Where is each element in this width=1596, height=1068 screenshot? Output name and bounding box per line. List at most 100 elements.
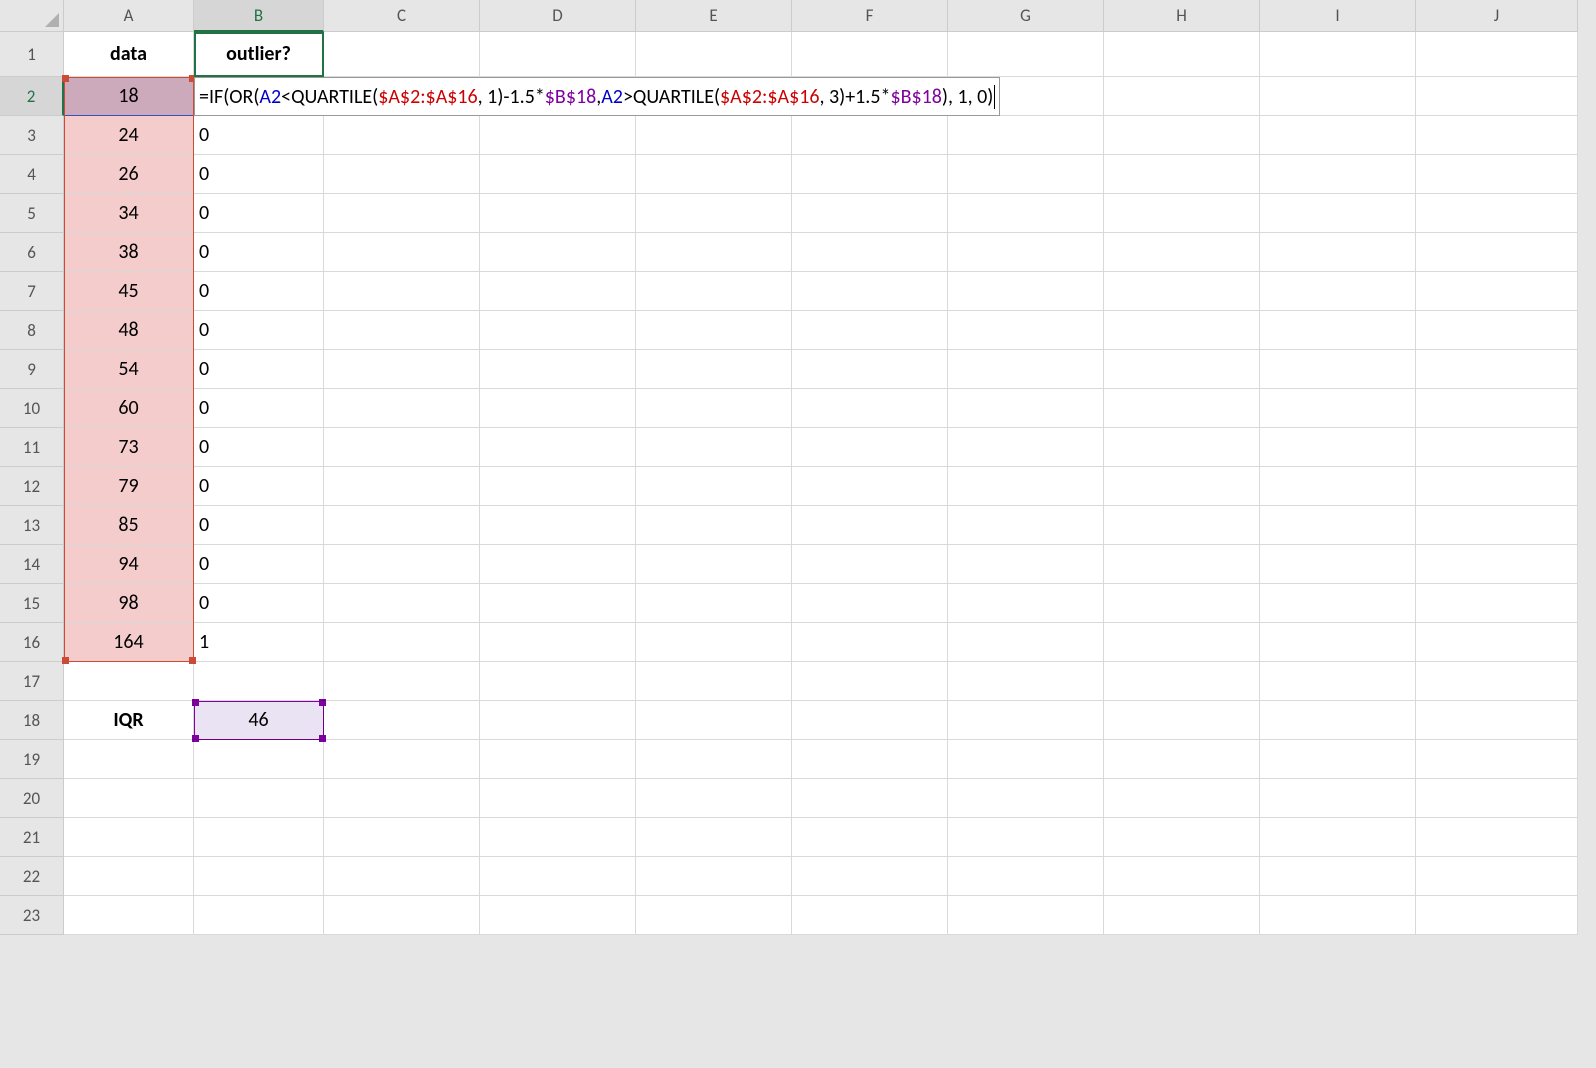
cell[interactable] [948, 311, 1104, 350]
cell[interactable] [792, 428, 948, 467]
column-header[interactable]: C [324, 0, 480, 32]
cell[interactable]: 94 [64, 545, 194, 584]
cell[interactable] [1260, 77, 1416, 116]
cell[interactable] [480, 818, 636, 857]
cell[interactable] [948, 818, 1104, 857]
row-header[interactable]: 19 [0, 740, 64, 779]
cell[interactable]: 54 [64, 350, 194, 389]
cell[interactable] [324, 740, 480, 779]
cell[interactable] [324, 545, 480, 584]
cell[interactable] [480, 155, 636, 194]
cell[interactable]: 98 [64, 584, 194, 623]
cell[interactable] [324, 779, 480, 818]
cell[interactable] [64, 740, 194, 779]
cell[interactable] [194, 818, 324, 857]
cell[interactable] [324, 857, 480, 896]
cell[interactable] [324, 272, 480, 311]
cell[interactable] [194, 779, 324, 818]
cell[interactable] [636, 32, 792, 77]
row-header[interactable]: 4 [0, 155, 64, 194]
cell[interactable]: 18 [64, 77, 194, 116]
cell[interactable] [324, 32, 480, 77]
cell[interactable] [636, 467, 792, 506]
cell[interactable]: 0 [194, 467, 324, 506]
cell[interactable] [1104, 116, 1260, 155]
cell[interactable] [480, 623, 636, 662]
cell[interactable] [324, 467, 480, 506]
row-header[interactable]: 18 [0, 701, 64, 740]
cell[interactable] [480, 194, 636, 233]
cell[interactable] [948, 233, 1104, 272]
cell[interactable] [792, 311, 948, 350]
formula-edit-overlay[interactable]: =IF(OR(A2<QUARTILE($A$2:$A$16, 1)-1.5*$B… [194, 77, 1000, 116]
cell[interactable] [636, 857, 792, 896]
cell[interactable] [1416, 506, 1578, 545]
cell[interactable]: 0 [194, 428, 324, 467]
cell[interactable] [792, 272, 948, 311]
cell[interactable]: 26 [64, 155, 194, 194]
cell[interactable]: 45 [64, 272, 194, 311]
cell[interactable] [1104, 194, 1260, 233]
cell[interactable] [480, 740, 636, 779]
row-header[interactable]: 16 [0, 623, 64, 662]
row-header[interactable]: 20 [0, 779, 64, 818]
cell[interactable]: 0 [194, 584, 324, 623]
row-header[interactable]: 10 [0, 389, 64, 428]
row-header[interactable]: 1 [0, 32, 64, 77]
cell[interactable] [636, 740, 792, 779]
cell[interactable] [1416, 194, 1578, 233]
cell[interactable] [324, 311, 480, 350]
cell[interactable] [1416, 701, 1578, 740]
cell[interactable] [324, 818, 480, 857]
cell[interactable]: 0 [194, 350, 324, 389]
cell[interactable]: 34 [64, 194, 194, 233]
cell[interactable] [194, 662, 324, 701]
row-header[interactable]: 9 [0, 350, 64, 389]
row-header[interactable]: 2 [0, 77, 64, 116]
cell[interactable] [1260, 389, 1416, 428]
cell[interactable] [636, 311, 792, 350]
cell[interactable]: 0 [194, 233, 324, 272]
cell[interactable] [636, 818, 792, 857]
cell[interactable] [480, 779, 636, 818]
cell[interactable] [636, 662, 792, 701]
cell[interactable]: 48 [64, 311, 194, 350]
row-header[interactable]: 15 [0, 584, 64, 623]
cell[interactable] [948, 740, 1104, 779]
cell[interactable] [1104, 506, 1260, 545]
cell[interactable] [1416, 389, 1578, 428]
cell[interactable] [792, 389, 948, 428]
cell[interactable] [64, 779, 194, 818]
row-header[interactable]: 22 [0, 857, 64, 896]
cell[interactable] [636, 233, 792, 272]
cell[interactable] [1260, 662, 1416, 701]
cell[interactable]: 46 [194, 701, 324, 740]
cell[interactable] [480, 389, 636, 428]
row-header[interactable]: 21 [0, 818, 64, 857]
cell[interactable] [1260, 896, 1416, 935]
cell-grid[interactable]: dataoutlier?1824026034038045048054060073… [64, 32, 1578, 935]
cell[interactable] [1260, 857, 1416, 896]
cell[interactable] [194, 857, 324, 896]
cell[interactable]: 0 [194, 545, 324, 584]
cell[interactable] [948, 32, 1104, 77]
cell[interactable] [792, 857, 948, 896]
cell[interactable] [792, 350, 948, 389]
cell[interactable] [636, 389, 792, 428]
cell[interactable] [1260, 194, 1416, 233]
cell[interactable]: 24 [64, 116, 194, 155]
cell[interactable] [324, 428, 480, 467]
cell[interactable]: 0 [194, 506, 324, 545]
cell[interactable] [480, 662, 636, 701]
cell[interactable] [1416, 116, 1578, 155]
cell[interactable] [1260, 155, 1416, 194]
cell[interactable] [480, 701, 636, 740]
cell[interactable]: 1 [194, 623, 324, 662]
cell[interactable] [1104, 662, 1260, 701]
cell[interactable] [792, 779, 948, 818]
row-header[interactable]: 3 [0, 116, 64, 155]
column-header[interactable]: I [1260, 0, 1416, 32]
cell[interactable] [480, 584, 636, 623]
column-header[interactable]: G [948, 0, 1104, 32]
cell[interactable] [480, 311, 636, 350]
